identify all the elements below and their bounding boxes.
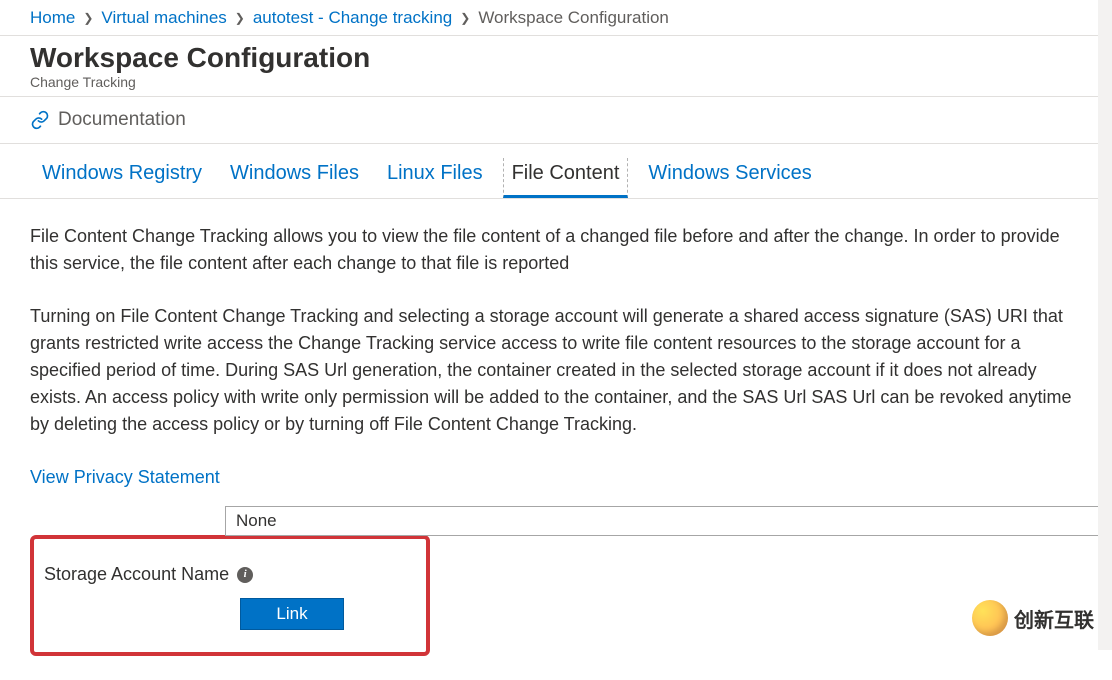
tab-windows-services[interactable]: Windows Services [648,158,811,198]
storage-account-label: Storage Account Name [44,561,229,588]
documentation-link[interactable]: Documentation [0,97,1112,144]
link-button[interactable]: Link [240,598,344,630]
tab-bar: Windows Registry Windows Files Linux Fil… [0,144,1112,199]
breadcrumb-home[interactable]: Home [30,8,75,28]
brand-text: 创新互联 [1014,604,1094,633]
chevron-right-icon: ❯ [460,11,470,25]
storage-account-input[interactable] [225,506,1112,536]
chevron-right-icon: ❯ [83,11,93,25]
description-paragraph-2: Turning on File Content Change Tracking … [30,303,1082,438]
description-paragraph-1: File Content Change Tracking allows you … [30,223,1082,277]
info-icon[interactable]: i [237,567,253,583]
privacy-statement-link[interactable]: View Privacy Statement [30,464,1082,491]
breadcrumb-autotest[interactable]: autotest - Change tracking [253,8,452,28]
breadcrumb-virtual-machines[interactable]: Virtual machines [101,8,226,28]
tab-windows-files[interactable]: Windows Files [230,158,359,198]
storage-account-highlight: Storage Account Name i Link [30,535,430,656]
title-bar: Workspace Configuration Change Tracking [0,36,1112,97]
link-icon [30,110,50,130]
chevron-right-icon: ❯ [235,11,245,25]
tab-file-content[interactable]: File Content [503,158,629,198]
brand-icon [972,600,1008,636]
page-title: Workspace Configuration [30,42,1082,74]
content-area: File Content Change Tracking allows you … [0,199,1112,680]
storage-account-input-wrap [225,506,1112,536]
page-subtitle: Change Tracking [30,74,1082,90]
breadcrumb: Home ❯ Virtual machines ❯ autotest - Cha… [0,0,1112,36]
tab-linux-files[interactable]: Linux Files [387,158,483,198]
vertical-scrollbar[interactable] [1098,0,1112,650]
tab-windows-registry[interactable]: Windows Registry [42,158,202,198]
documentation-label: Documentation [58,109,186,131]
breadcrumb-current: Workspace Configuration [478,8,669,28]
brand-badge: 创新互联 [972,600,1094,636]
